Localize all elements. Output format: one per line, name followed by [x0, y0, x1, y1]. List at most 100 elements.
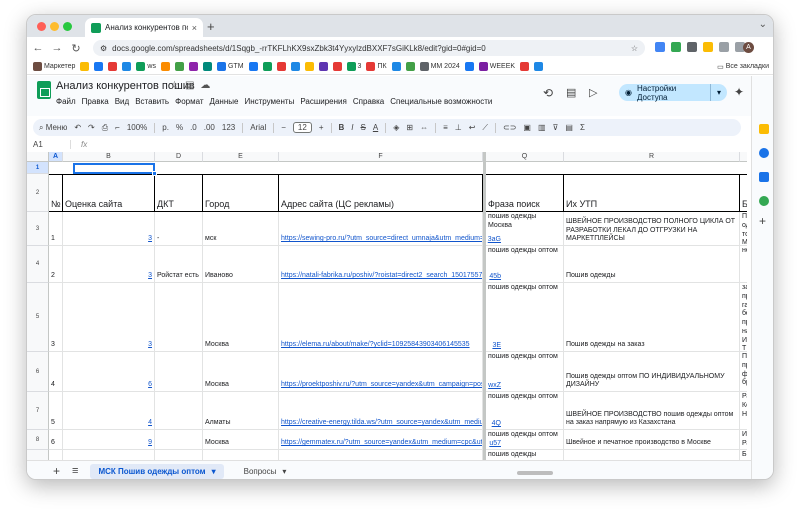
header-cell-rating[interactable]: Оценка сайта — [63, 174, 155, 212]
bookmark-favicon-icon[interactable] — [262, 62, 272, 71]
cell-dkt[interactable] — [155, 392, 203, 430]
minimize-window-button[interactable] — [50, 22, 59, 31]
zoom-select[interactable]: 100% — [127, 123, 147, 132]
header-cell-city[interactable]: Город — [203, 174, 279, 212]
fill-handle[interactable] — [152, 171, 157, 176]
cell-utp[interactable]: ШВЕЙНОЕ ПРОИЗВОДСТВО пошив одежды оптом … — [564, 392, 740, 430]
cell-bullets[interactable]: нет — [740, 246, 747, 283]
header-cell-dkt[interactable]: ДКТ — [155, 174, 203, 212]
bookmark-favicon-icon[interactable] — [202, 62, 212, 71]
site-info-icon[interactable]: ⚙ — [100, 44, 107, 53]
decrease-decimal-button[interactable]: .0 — [190, 123, 197, 132]
url-text[interactable]: docs.google.com/spreadsheets/d/1Sqgb_-rr… — [112, 44, 631, 53]
forward-button[interactable]: → — [49, 42, 65, 54]
cell-site[interactable]: https://gemmatex.ru/?utm_source=yandex&u… — [279, 430, 483, 450]
column-header-b[interactable]: B — [63, 152, 155, 162]
bookmark-favicon-icon[interactable] — [534, 62, 544, 71]
row-header[interactable]: 3 — [27, 212, 49, 246]
cell-utp[interactable]: ШВЕЙНОЕ ПРОИЗВОДСТВО ПОЛНОГО ЦИКЛА ОТ РА… — [564, 212, 740, 246]
profile-avatar[interactable]: A — [743, 42, 754, 53]
bookmark-favicon-icon[interactable] — [94, 62, 104, 71]
borders-icon[interactable]: ⊞ — [406, 123, 413, 132]
cell-rating[interactable]: 3 — [63, 212, 155, 246]
cell-dkt[interactable]: Ройстат есть — [155, 246, 203, 283]
cell-utp[interactable]: Швейное и печатное производство в Москве — [564, 430, 740, 450]
text-wrap-icon[interactable]: ↩ — [469, 123, 476, 132]
bookmark-favicon-icon[interactable] — [464, 62, 474, 71]
menu-tools[interactable]: Инструменты — [244, 97, 294, 106]
bookmark-favicon-icon[interactable] — [332, 62, 342, 71]
redo-icon[interactable]: ↷ — [88, 123, 95, 132]
cell-num[interactable]: 2 — [49, 246, 63, 283]
cell-city[interactable]: Москва — [203, 283, 279, 352]
bookmark-item[interactable]: ММ 2024 — [419, 62, 460, 71]
bookmark-favicon-icon[interactable] — [80, 62, 90, 71]
bookmark-favicon-icon[interactable] — [174, 62, 184, 71]
print-icon[interactable]: ⎙ — [102, 123, 108, 133]
cell-bullets[interactable]: Разработ Контроль Надежнос — [740, 392, 747, 430]
font-size-input[interactable]: 12 — [292, 122, 312, 133]
bookmark-item[interactable]: WEEEK — [478, 62, 515, 71]
maximize-window-button[interactable] — [63, 22, 72, 31]
cell-rating[interactable]: 9 — [63, 430, 155, 450]
insert-comment-icon[interactable]: ▣ — [523, 123, 531, 132]
insert-chart-icon[interactable]: ▥ — [538, 123, 546, 132]
all-sheets-button[interactable]: ≡ — [72, 465, 78, 477]
cloud-status-icon[interactable]: ☁ — [200, 80, 210, 91]
horizontal-align-icon[interactable]: ≡ — [443, 123, 448, 132]
header-cell-utp[interactable]: Их УТП — [564, 174, 740, 212]
cell-city[interactable]: Иваново — [203, 246, 279, 283]
cell-bullets[interactable]: Платки, пр футболки, брюки уте — [740, 352, 747, 392]
menu-accessibility[interactable]: Специальные возможности — [390, 97, 492, 106]
column-header-d[interactable]: D — [155, 152, 203, 162]
cell-rating[interactable]: 4 — [63, 392, 155, 430]
bookmark-favicon-icon[interactable] — [520, 62, 530, 71]
row-header[interactable]: 7 — [27, 392, 49, 430]
text-rotation-icon[interactable]: ⟋ — [482, 123, 488, 133]
bookmark-favicon-icon[interactable] — [188, 62, 198, 71]
paint-format-icon[interactable]: ⌐ — [115, 123, 120, 132]
cell-num[interactable]: 5 — [49, 392, 63, 430]
cell-bullets[interactable]: заказы производ гаранти безопас произвс … — [740, 283, 747, 352]
cell-num[interactable]: 4 — [49, 352, 63, 392]
spreadsheet-grid[interactable]: A B D E F Q R 1 2 № Оценка сайта ДКТ Город Адр… — [27, 152, 747, 469]
bookmark-item[interactable]: ПК — [366, 62, 387, 71]
bookmark-favicon-icon[interactable] — [160, 62, 170, 71]
cell-phrase[interactable]: пошив одежды оптом — [486, 430, 564, 450]
star-icon[interactable]: ☆ — [170, 80, 179, 91]
extension-icon[interactable] — [655, 42, 665, 52]
cell-city[interactable]: Москва — [203, 430, 279, 450]
bookmark-star-icon[interactable]: ☆ — [631, 44, 638, 53]
extension-icon[interactable] — [671, 42, 681, 52]
header-cell-phrase[interactable]: Фраза поиск — [486, 174, 564, 212]
cell-num[interactable]: 1 — [49, 212, 63, 246]
percent-format-button[interactable]: % — [176, 123, 183, 132]
filter-views-icon[interactable]: ▤ — [565, 123, 573, 132]
column-header-s[interactable] — [740, 152, 747, 162]
fill-color-icon[interactable]: ◈ — [393, 123, 399, 132]
font-select[interactable]: Arial — [250, 123, 266, 132]
cell-site[interactable]: https://creative-energy.tilda.ws/?utm_so… — [279, 392, 483, 430]
add-sheet-button[interactable]: + — [53, 464, 60, 478]
bookmark-item[interactable]: Маркетер — [33, 62, 75, 71]
header-cell-num[interactable]: № — [49, 174, 63, 212]
cell-dkt[interactable]: - — [155, 212, 203, 246]
text-color-button[interactable]: A — [373, 123, 378, 132]
maps-icon[interactable] — [759, 196, 769, 206]
keep-icon[interactable] — [759, 124, 769, 134]
cell-bullets[interactable]: Пошив од Шьем толі Мощност — [740, 212, 747, 246]
merge-cells-icon[interactable]: ⇔ — [420, 123, 428, 132]
bookmark-favicon-icon[interactable] — [248, 62, 258, 71]
extension-icon[interactable] — [687, 42, 697, 52]
cell-site[interactable]: https://proektposhiv.ru/?utm_source=yand… — [279, 352, 483, 392]
menu-extensions[interactable]: Расширения — [300, 97, 347, 106]
bookmark-favicon-icon[interactable] — [391, 62, 401, 71]
bookmark-favicon-icon[interactable] — [318, 62, 328, 71]
column-header-e[interactable]: E — [203, 152, 279, 162]
share-button[interactable]: ◉ Настройки Доступа ▾ — [619, 84, 727, 102]
tasks-icon[interactable] — [759, 148, 769, 158]
bookmark-item[interactable]: 3 — [346, 62, 361, 71]
header-cell-site[interactable]: Адрес сайта (ЦС рекламы) — [279, 174, 483, 212]
vertical-align-icon[interactable]: ⊥ — [455, 123, 462, 132]
bookmark-favicon-icon[interactable] — [290, 62, 300, 71]
